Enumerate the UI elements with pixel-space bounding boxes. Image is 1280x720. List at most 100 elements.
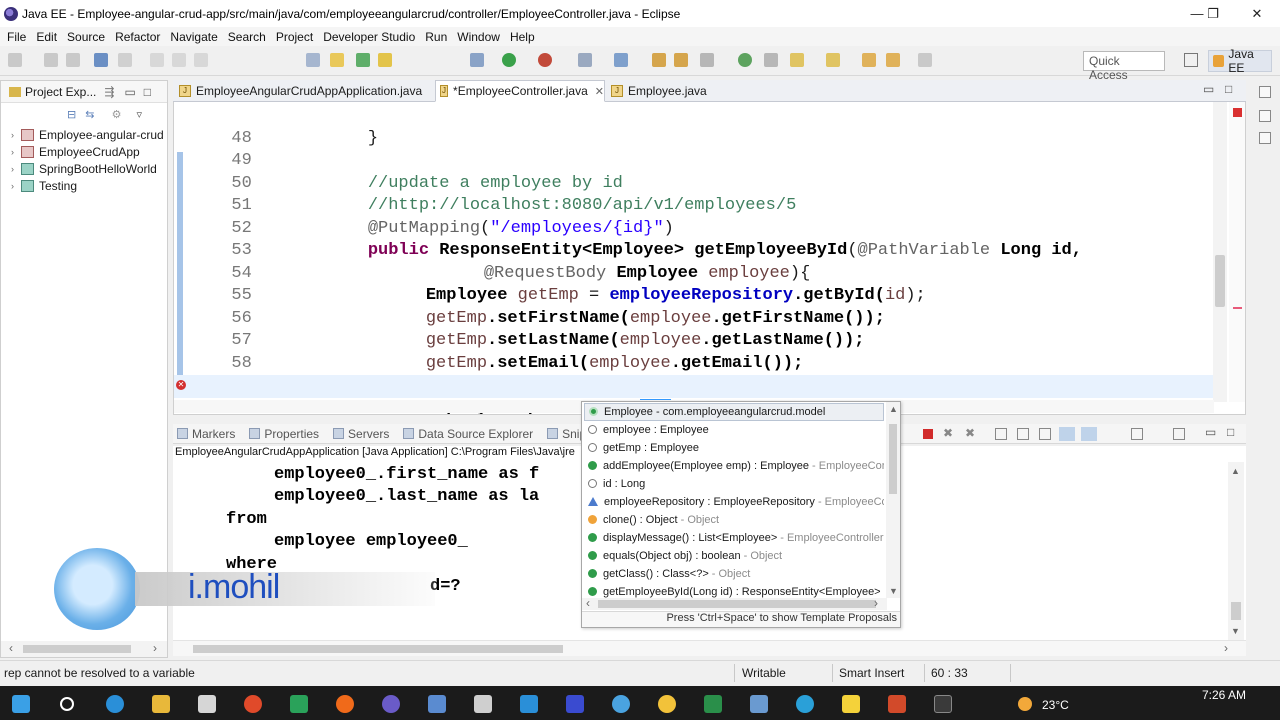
open-task-icon[interactable] [330, 53, 344, 67]
console-vertical-scrollbar[interactable]: ▲ ▼ [1228, 462, 1244, 640]
menu-navigate[interactable]: Navigate [165, 30, 222, 44]
tree-item-testing[interactable]: › Testing [11, 177, 77, 194]
expand-arrow-icon[interactable]: › [11, 164, 21, 174]
error-summary-icon[interactable] [1233, 108, 1242, 117]
tree-item-employee-angular-crud[interactable]: › Employee-angular-crud [11, 126, 164, 143]
save-all-icon[interactable] [66, 53, 80, 67]
postman-icon[interactable] [336, 695, 354, 713]
proposal-hscroll-thumb[interactable] [598, 600, 876, 608]
next-annotation-icon[interactable] [790, 53, 804, 67]
scroll-lock-icon[interactable] [1017, 428, 1029, 440]
previous-annotation-icon[interactable] [826, 53, 840, 67]
maximize-editor-icon[interactable]: □ [1225, 82, 1232, 96]
suspend-icon[interactable] [172, 53, 186, 67]
search-toolbar-icon[interactable] [700, 53, 714, 67]
new-server-icon[interactable] [578, 53, 592, 67]
terminate-console-icon[interactable] [923, 429, 933, 439]
chrome-icon[interactable] [244, 695, 262, 713]
toggle-block-icon[interactable] [306, 53, 320, 67]
search-icon[interactable] [60, 697, 74, 711]
editor-vertical-scrollbar[interactable] [1213, 102, 1227, 402]
remove-all-icon[interactable]: ✖ [965, 426, 975, 440]
tree-item-employee-crud-app[interactable]: › EmployeeCrudApp [11, 143, 140, 160]
task-list-icon[interactable] [1259, 132, 1271, 144]
outline-icon[interactable] [1259, 110, 1271, 122]
scroll-left-icon[interactable]: ‹ [586, 596, 590, 610]
highlight-icon[interactable] [378, 53, 392, 67]
powerpoint-icon[interactable] [888, 695, 906, 713]
scroll-down-icon[interactable]: ▼ [889, 586, 898, 596]
scroll-right-icon[interactable]: › [153, 641, 157, 655]
open-resource-icon[interactable] [674, 53, 688, 67]
mark-occurrences-icon[interactable] [356, 53, 370, 67]
proposal-horizontal-scrollbar[interactable]: ‹ › [582, 596, 887, 610]
file-explorer-icon[interactable] [152, 695, 170, 713]
menu-project[interactable]: Project [271, 30, 318, 44]
terminate-icon[interactable] [194, 53, 208, 67]
last-edit-icon[interactable] [862, 53, 876, 67]
open-console-icon[interactable] [1173, 428, 1185, 440]
app-icon[interactable] [566, 695, 584, 713]
pin-console-icon[interactable] [1131, 428, 1143, 440]
app-icon[interactable] [796, 695, 814, 713]
menu-edit[interactable]: Edit [31, 30, 62, 44]
store-icon[interactable] [198, 695, 216, 713]
maximize-console-icon[interactable]: □ [1227, 425, 1234, 439]
proposal-scroll-thumb[interactable] [889, 424, 897, 494]
resume-icon[interactable] [150, 53, 164, 67]
scroll-left-icon[interactable]: ‹ [9, 641, 13, 655]
editor-scroll-thumb[interactable] [1215, 255, 1225, 307]
app-icon[interactable] [750, 695, 768, 713]
scroll-right-icon[interactable]: › [1224, 641, 1228, 655]
link-editor-icon[interactable]: ⇆ [85, 109, 94, 121]
app-icon[interactable] [658, 695, 676, 713]
back-icon[interactable] [886, 53, 900, 67]
tab-servers[interactable]: Servers [333, 427, 389, 441]
proposal-item[interactable]: clone() : Object - Object [584, 511, 884, 529]
app-icon[interactable] [612, 695, 630, 713]
menu-window[interactable]: Window [452, 30, 505, 44]
proposal-item[interactable]: Employee - com.employeeangularcrud.model [584, 403, 884, 421]
console-horizontal-scrollbar[interactable]: › [173, 640, 1246, 656]
project-explorer-tab[interactable]: Project Exp... ⇶ ▭ □ [1, 81, 167, 103]
start-icon[interactable] [12, 695, 30, 713]
tab-markers[interactable]: Markers [177, 427, 235, 441]
expand-arrow-icon[interactable]: › [11, 130, 21, 140]
proposal-item[interactable]: id : Long [584, 475, 884, 493]
minimize-view-icon[interactable]: ▭ [124, 85, 135, 99]
pin-icon[interactable] [764, 53, 778, 67]
maximize-button[interactable]: ❐ [1190, 0, 1236, 27]
menu-refactor[interactable]: Refactor [110, 30, 165, 44]
app-icon[interactable] [428, 695, 446, 713]
menu-source[interactable]: Source [62, 30, 110, 44]
open-perspective-icon[interactable] [1184, 53, 1198, 67]
view-menu-icon[interactable]: ⇶ [104, 85, 114, 99]
menu-run[interactable]: Run [420, 30, 452, 44]
tab-data-source-explorer[interactable]: Data Source Explorer [403, 427, 533, 441]
notepad-icon[interactable] [474, 695, 492, 713]
tab-employee[interactable]: J Employee.java [607, 80, 727, 102]
explorer-scrollbar[interactable]: ‹ › [1, 641, 167, 657]
word-wrap-icon[interactable] [1039, 428, 1051, 440]
console-hscroll-thumb[interactable] [193, 645, 563, 653]
quick-access-field[interactable]: Quick Access [1083, 51, 1165, 82]
proposal-item[interactable]: displayMessage() : List<Employee> - Emplo… [584, 529, 884, 547]
proposal-item[interactable]: addEmployee(Employee emp) : Employee - Em… [584, 457, 884, 475]
forward-icon[interactable] [918, 53, 932, 67]
proposal-item[interactable]: equals(Object obj) : boolean - Object [584, 547, 884, 565]
run-icon[interactable] [502, 53, 516, 67]
skip-breakpoints-icon[interactable] [118, 53, 132, 67]
new-icon[interactable] [8, 53, 22, 67]
proposal-item[interactable]: employee : Employee [584, 421, 884, 439]
proposal-item[interactable]: getClass() : Class<?> - Object [584, 565, 884, 583]
eclipse-taskbar-icon[interactable] [382, 695, 400, 713]
clock[interactable]: 7:26 AM [1202, 688, 1246, 702]
app-icon[interactable] [934, 695, 952, 713]
tab-employee-controller[interactable]: J *EmployeeController.java ✕ [435, 80, 605, 102]
open-type-icon[interactable] [652, 53, 666, 67]
close-button[interactable]: ✕ [1234, 0, 1280, 27]
sticky-notes-icon[interactable] [842, 695, 860, 713]
terminal-icon[interactable] [94, 53, 108, 67]
menu-search[interactable]: Search [223, 30, 271, 44]
app-icon[interactable] [520, 695, 538, 713]
